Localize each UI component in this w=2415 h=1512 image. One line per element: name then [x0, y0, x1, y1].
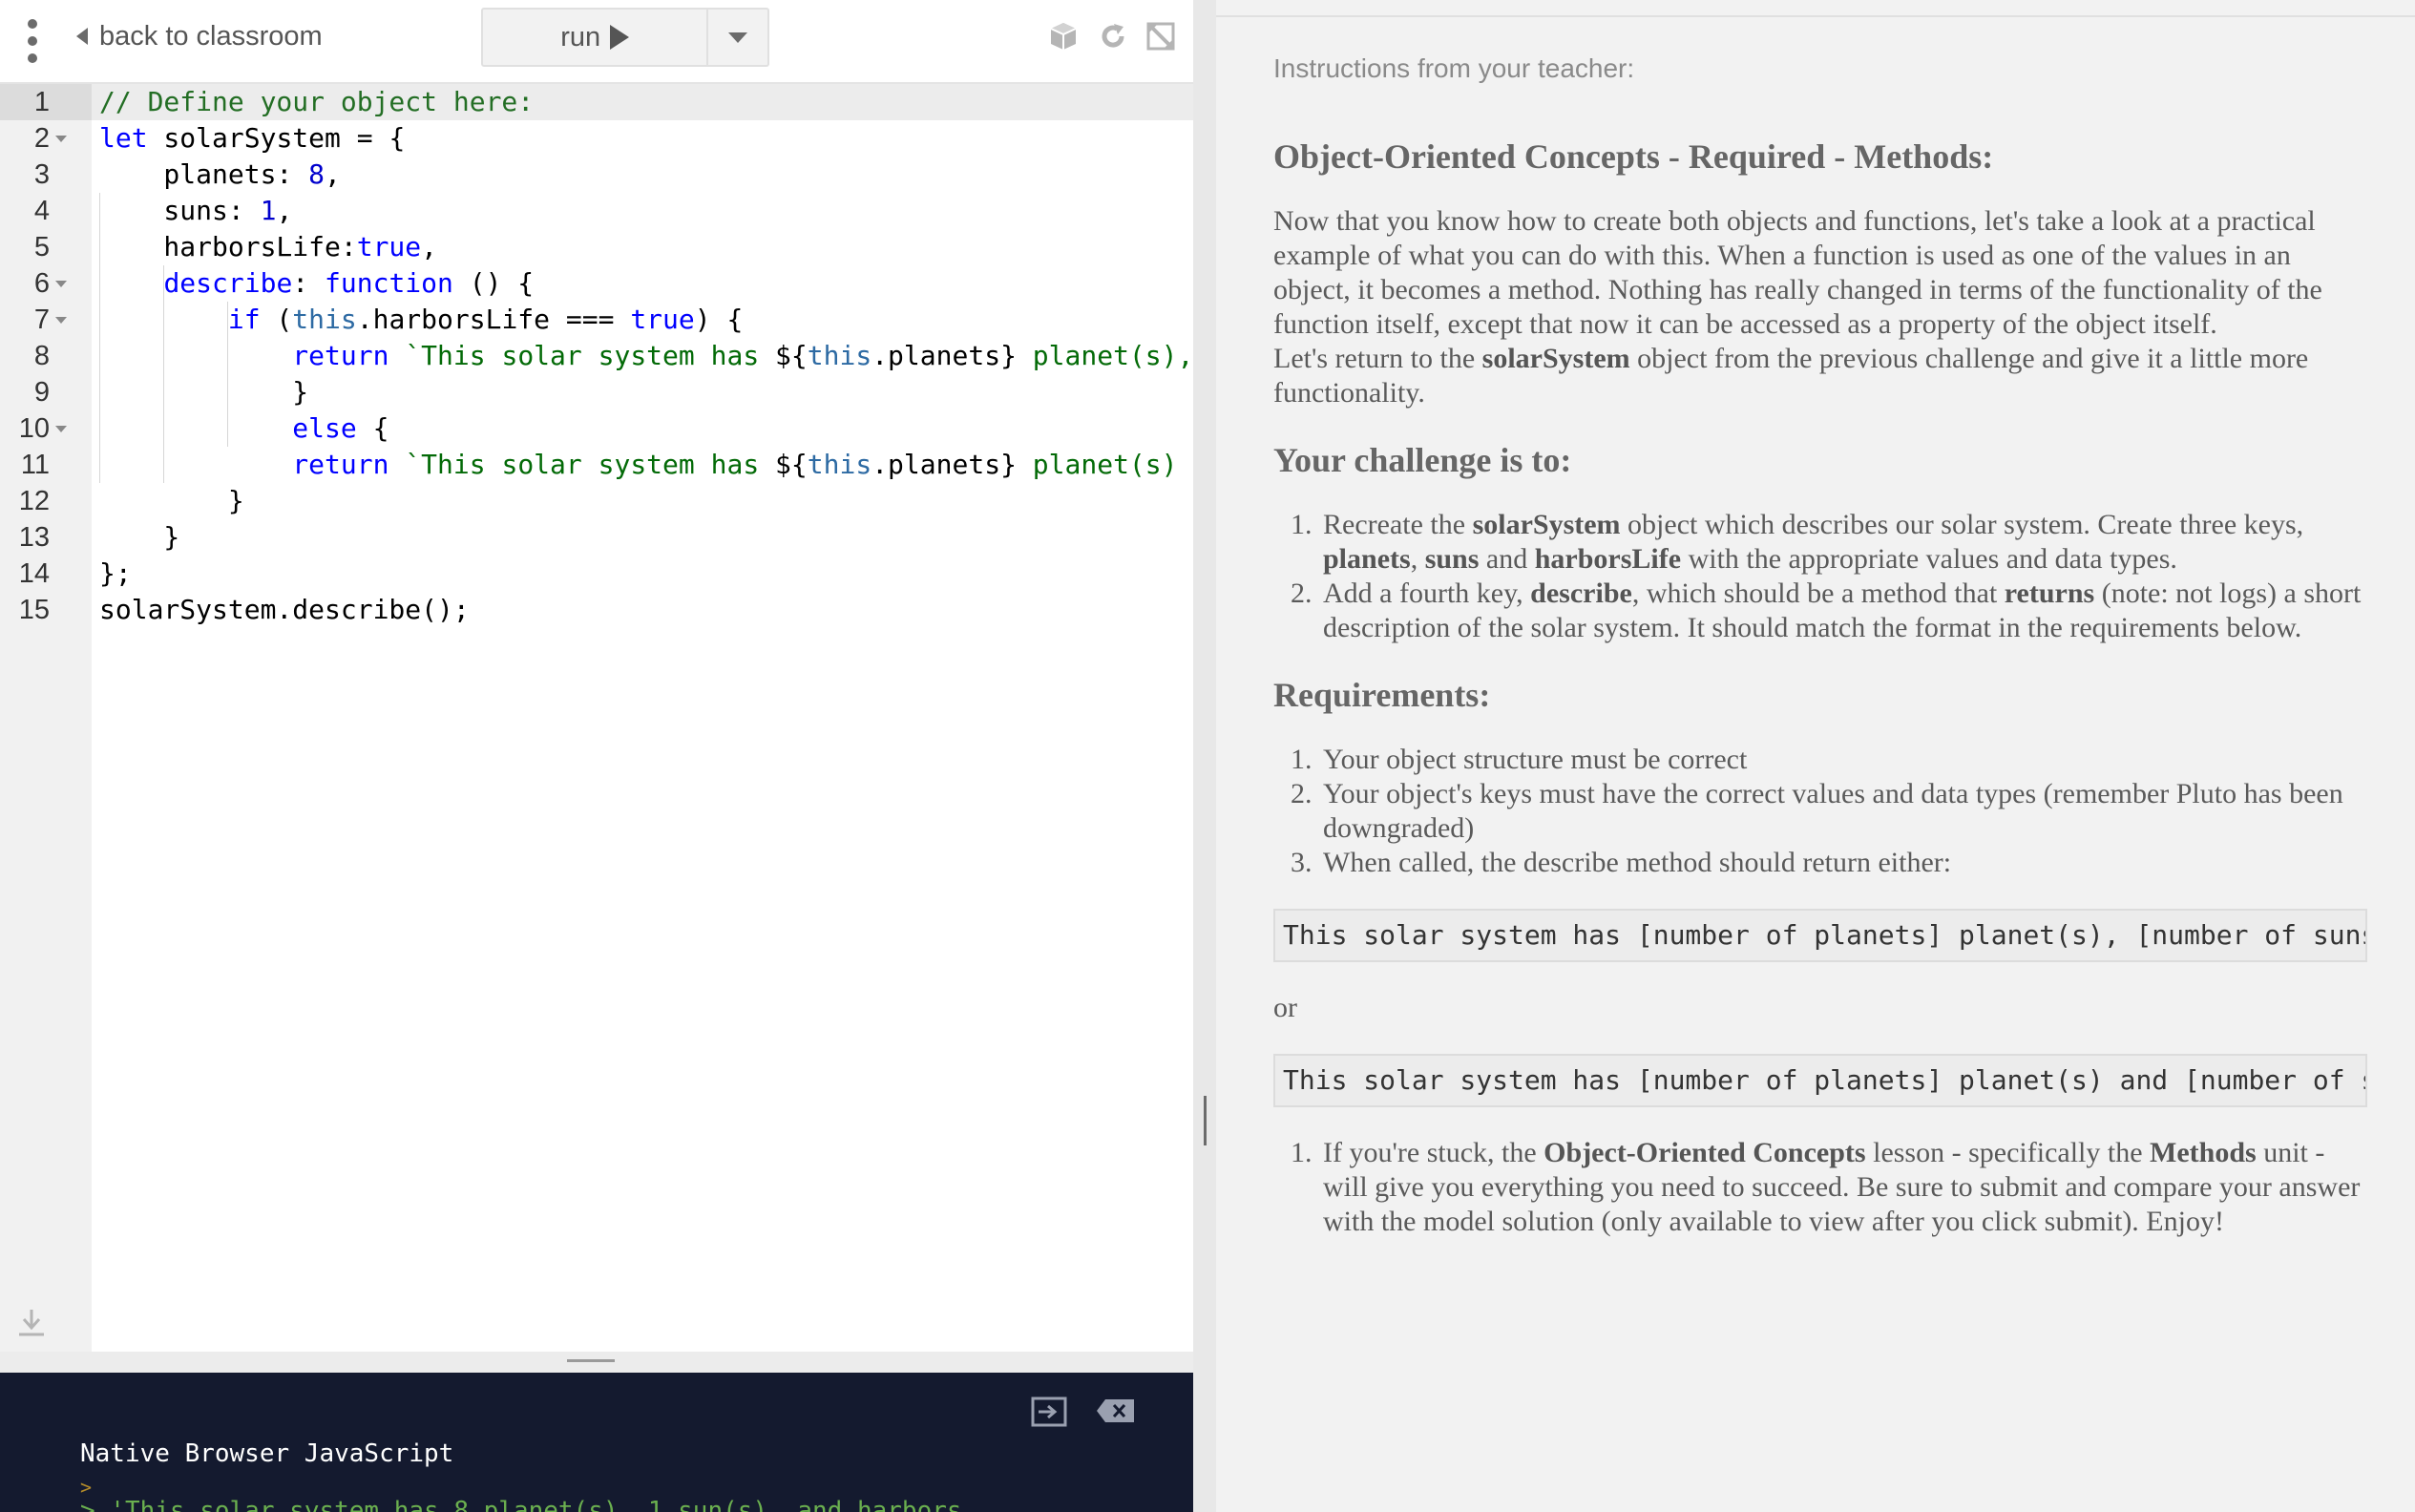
code-line[interactable]: planets: 8, [99, 157, 340, 193]
console-output: > 'This solar system has 8 planet(s), 1 … [80, 1497, 962, 1512]
console-prompt: > [80, 1476, 93, 1499]
line-number: 15 [18, 595, 50, 625]
format-code-block[interactable]: This solar system has [number of planets… [1273, 1054, 2367, 1107]
expand-icon[interactable] [1144, 19, 1178, 53]
line-number: 9 [33, 377, 50, 408]
section-heading: Object-Oriented Concepts - Required - Me… [1273, 137, 1994, 176]
list-item: Add a fourth key, describe, which should… [1319, 577, 2367, 645]
code-line[interactable]: return `This solar system has ${this.pla… [99, 447, 1193, 483]
help-list: If you're stuck, the Object-Oriented Con… [1319, 1136, 2367, 1239]
fold-arrow-icon[interactable] [55, 317, 67, 324]
line-number: 14 [18, 558, 50, 589]
minimize-console-icon[interactable] [1031, 1396, 1069, 1428]
run-options-dropdown[interactable] [706, 10, 767, 65]
instructions-label: Instructions from your teacher: [1273, 53, 1635, 83]
console-panel[interactable]: Native Browser JavaScript > > 'This sola… [0, 1373, 1193, 1512]
cube-icon[interactable] [1046, 19, 1081, 53]
code-line[interactable]: let solarSystem = { [99, 120, 405, 157]
console-title: Native Browser JavaScript [80, 1439, 454, 1468]
caret-left-icon [76, 28, 88, 45]
download-icon[interactable] [15, 1306, 50, 1340]
chevron-down-icon [728, 32, 748, 43]
line-number: 3 [33, 159, 50, 190]
code-line[interactable]: }; [99, 556, 132, 592]
challenge-heading: Your challenge is to: [1273, 441, 1572, 479]
instructions-panel: Instructions from your teacher: Object-O… [1216, 0, 2415, 1512]
editor-toolbar: back to classroom run [0, 0, 1193, 84]
code-line[interactable]: suns: 1, [99, 193, 292, 229]
line-number: 11 [20, 450, 50, 480]
list-item: If you're stuck, the Object-Oriented Con… [1319, 1136, 2367, 1239]
line-number: 8 [33, 341, 50, 371]
kebab-menu-icon[interactable] [21, 17, 44, 67]
list-item: Your object structure must be correct [1319, 743, 2367, 777]
line-number: 1 [33, 87, 50, 117]
line-number: 5 [33, 232, 50, 262]
play-icon [610, 25, 630, 50]
code-line[interactable]: harborsLife:true, [99, 229, 437, 265]
code-line[interactable]: else { [99, 410, 388, 447]
code-line[interactable]: solarSystem.describe(); [99, 592, 470, 628]
code-line[interactable]: return `This solar system has ${this.pla… [99, 338, 1193, 374]
console-resize-handle[interactable] [0, 1352, 1193, 1373]
requirements-heading: Requirements: [1273, 676, 1491, 714]
line-number: 12 [18, 486, 50, 516]
requirements-list: Your object structure must be correct Yo… [1319, 743, 2367, 880]
code-editor[interactable]: 1 2 3 4 5 6 7 8 9 10 11 12 13 14 15 // D… [0, 84, 1193, 1352]
list-item: Your object's keys must have the correct… [1319, 777, 2367, 846]
line-number: 4 [33, 196, 50, 226]
fold-arrow-icon[interactable] [55, 136, 67, 142]
line-number: 6 [0, 265, 92, 302]
code-line[interactable]: } [99, 374, 308, 410]
format-code-block[interactable]: This solar system has [number of planets… [1273, 909, 2367, 962]
run-button[interactable]: run [483, 10, 706, 65]
clear-console-icon[interactable] [1096, 1397, 1136, 1424]
code-line[interactable]: if (this.harborsLife === true) { [99, 302, 743, 338]
list-item: Recreate the solarSystem object which de… [1319, 508, 2367, 577]
editor-column: back to classroom run 1 2 3 4 5 6 7 8 9 … [0, 0, 1193, 1512]
code-line[interactable]: // Define your object here: [99, 84, 534, 120]
challenge-list: Recreate the solarSystem object which de… [1319, 508, 2367, 645]
run-label: run [560, 21, 601, 52]
line-number: 10 [0, 410, 92, 447]
intro-paragraph: Now that you know how to create both obj… [1273, 205, 2322, 340]
run-button-group: run [481, 8, 769, 67]
panel-resize-handle[interactable] [1193, 0, 1216, 1512]
line-number: 7 [0, 302, 92, 338]
return-paragraph: Let's return to the solarSystem object f… [1273, 343, 2309, 409]
instructions-body: Object-Oriented Concepts - Required - Me… [1273, 130, 2367, 1239]
fold-arrow-icon[interactable] [55, 281, 67, 287]
line-number: 2 [0, 120, 92, 157]
code-line[interactable]: describe: function () { [99, 265, 534, 302]
list-item: When called, the describe method should … [1319, 846, 2367, 880]
code-line[interactable]: } [99, 519, 179, 556]
fold-arrow-icon[interactable] [55, 426, 67, 432]
back-to-classroom-link[interactable]: back to classroom [76, 17, 323, 55]
refresh-icon[interactable] [1096, 19, 1130, 53]
line-number: 13 [18, 522, 50, 553]
or-text: or [1273, 992, 1297, 1023]
code-line[interactable]: } [99, 483, 244, 519]
back-to-classroom-label: back to classroom [99, 20, 323, 52]
